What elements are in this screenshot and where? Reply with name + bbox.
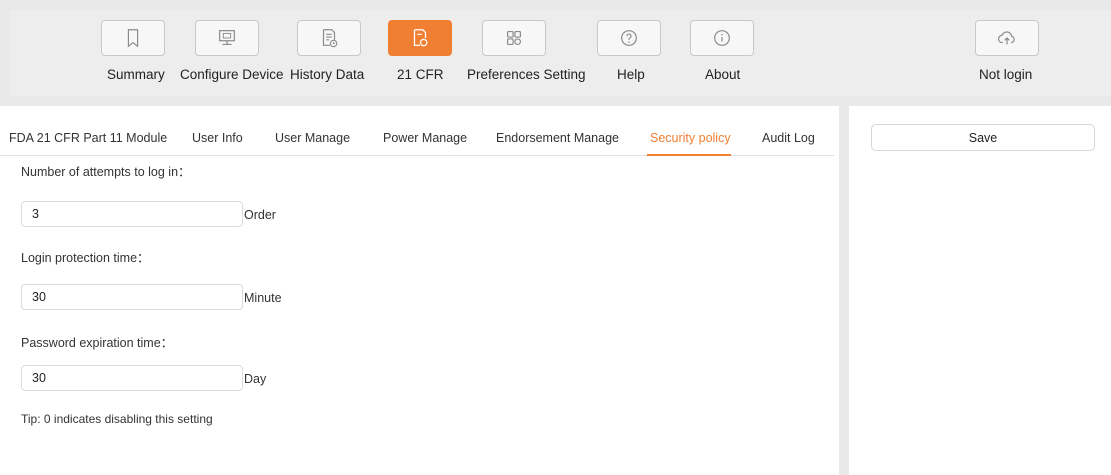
password-expiration-unit: Day [244,372,267,386]
tab-fda-21-cfr-module[interactable]: FDA 21 CFR Part 11 Module [9,131,167,145]
document-shield-icon [413,29,428,47]
summary-label[interactable]: Summary [107,67,165,82]
about-label[interactable]: About [705,67,740,82]
toolbar-item-help[interactable]: Help [597,10,661,96]
preferences-setting-button[interactable] [482,20,546,56]
toolbar-item-history-data[interactable]: History Data [290,10,370,96]
active-tab-indicator [647,154,731,156]
security-policy-panel: FDA 21 CFR Part 11 Module User Info User… [0,106,839,475]
toolbar-item-summary[interactable]: Summary [101,10,171,96]
bookmark-icon [127,29,139,48]
tab-user-manage[interactable]: User Manage [275,131,350,145]
21-cfr-label[interactable]: 21 CFR [397,67,444,82]
login-button[interactable] [975,20,1039,56]
login-attempts-unit: Order [244,208,276,222]
save-button[interactable]: Save [871,124,1095,151]
actions-panel: Save [849,106,1111,475]
toolbar-item-21-cfr[interactable]: 21 CFR [388,10,452,96]
history-data-button[interactable] [297,20,361,56]
login-label[interactable]: Not login [979,67,1032,82]
toolbar-item-configure-device[interactable]: Configure Device [180,10,290,96]
toolbar-item-about[interactable]: About [690,10,754,96]
app-window: Summary Configure Device History Data 21… [0,0,1111,475]
preferences-setting-label[interactable]: Preferences Setting [467,67,586,82]
summary-button[interactable] [101,20,165,56]
history-data-label[interactable]: History Data [290,67,364,82]
monitor-icon [219,30,235,46]
password-expiration-label: Password expiration time： [21,336,174,350]
21-cfr-button[interactable] [388,20,452,56]
tab-power-manage[interactable]: Power Manage [383,131,467,145]
question-circle-icon [621,30,637,46]
info-circle-icon [714,30,730,46]
password-expiration-input[interactable] [21,365,243,391]
login-attempts-input[interactable] [21,201,243,227]
tab-audit-log[interactable]: Audit Log [762,131,815,145]
grid-icon [506,30,522,46]
toolbar-item-preferences-setting[interactable]: Preferences Setting [467,10,589,96]
tab-user-info[interactable]: User Info [192,131,243,145]
main-toolbar: Summary Configure Device History Data 21… [10,10,1111,96]
about-button[interactable] [690,20,754,56]
help-button[interactable] [597,20,661,56]
help-label[interactable]: Help [617,67,645,82]
tip-text: Tip: 0 indicates disabling this setting [21,412,213,426]
login-protection-time-input[interactable] [21,284,243,310]
cfr-tab-bar: FDA 21 CFR Part 11 Module User Info User… [0,106,834,156]
tab-endorsement-manage[interactable]: Endorsement Manage [496,131,619,145]
login-protection-time-label: Login protection time： [21,251,150,265]
login-protection-time-unit: Minute [244,291,282,305]
cloud-upload-icon [997,31,1015,45]
configure-device-label[interactable]: Configure Device [180,67,284,82]
configure-device-button[interactable] [195,20,259,56]
login-attempts-label: Number of attempts to log in： [21,165,191,179]
toolbar-item-login[interactable]: Not login [975,10,1039,96]
tab-security-policy[interactable]: Security policy [650,131,731,145]
document-clock-icon [322,29,338,48]
